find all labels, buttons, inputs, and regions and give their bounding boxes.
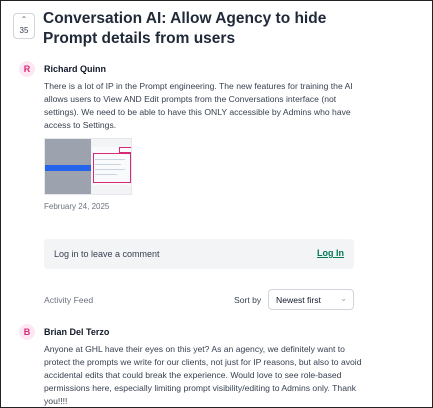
login-link[interactable]: Log In [317, 248, 344, 258]
sort-select[interactable]: Newest first ⌄ [268, 289, 354, 310]
attachment-thumbnail[interactable] [44, 138, 132, 195]
chevron-down-icon: ⌄ [340, 294, 347, 303]
post-date: February 24, 2025 [44, 202, 110, 211]
author-name: Richard Quinn [44, 64, 107, 74]
comment-body: Anyone at GHL have their eyes on this ye… [44, 344, 362, 406]
avatar: R [19, 61, 35, 77]
login-prompt-box: Log in to leave a comment Log In [44, 239, 354, 269]
post-body: There is a lot of IP in the Prompt engin… [44, 81, 353, 130]
sort-select-value: Newest first [276, 295, 321, 305]
avatar: B [19, 324, 35, 340]
activity-feed-label: Activity Feed [44, 295, 94, 305]
post-title: Conversation AI: Allow Agency to hide Pr… [43, 10, 327, 47]
upvote-button[interactable]: ⌃ 35 [13, 13, 35, 39]
chevron-up-icon: ⌃ [20, 15, 28, 24]
sort-by-label: Sort by [234, 295, 262, 305]
vote-count: 35 [19, 26, 29, 35]
comment-author: Brian Del Terzo [44, 327, 110, 337]
login-prompt-text: Log in to leave a comment [54, 249, 160, 259]
